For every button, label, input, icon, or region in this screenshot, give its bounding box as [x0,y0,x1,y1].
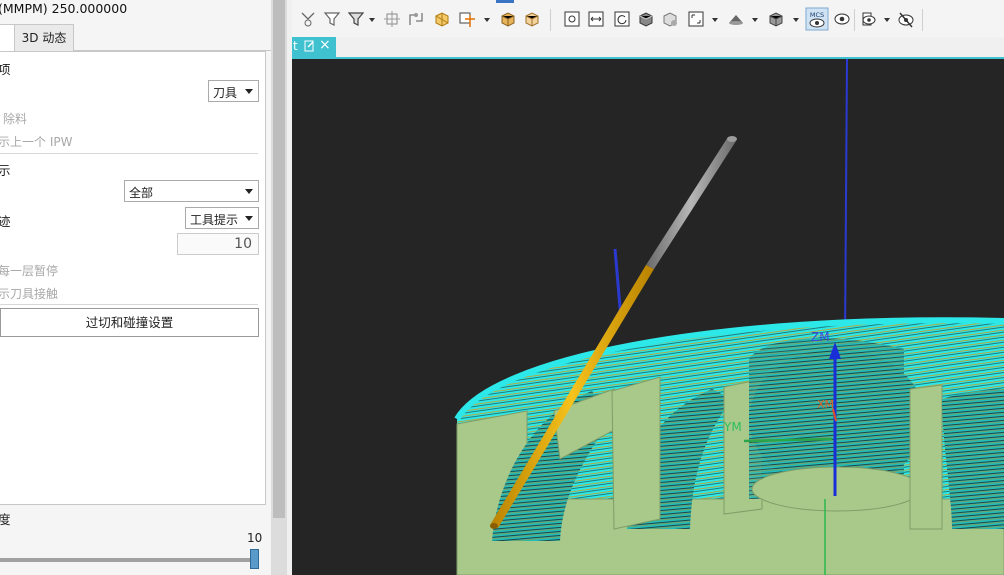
tab-3d-dynamic[interactable]: 3D 动态 [14,24,74,52]
part-rib-2 [611,376,661,530]
document-tab-title: t [293,39,298,53]
section-header-display-options: 项 [0,62,11,77]
part-rib-4 [909,384,943,530]
shaded-cube-icon[interactable] [639,12,653,27]
show-tool-contact-checkbox-label[interactable]: 示刀具接触 [0,285,58,302]
chevron-down-icon[interactable] [793,18,799,22]
orient-wcs-icon[interactable] [435,12,449,27]
fit-view-icon[interactable] [564,11,580,27]
chevron-down-icon[interactable] [884,18,890,22]
fit-width-icon[interactable] [588,11,604,27]
center-pocket-floor [751,466,923,512]
svg-text:MCS: MCS [810,11,824,19]
chevron-down-icon [245,89,253,94]
render-style-icon[interactable] [729,15,743,25]
pause-each-layer-checkbox-label[interactable]: 每一层暂停 [0,262,58,279]
xm-axis-label: XM [817,398,834,411]
display-combo-value: 刀具 [213,86,238,100]
simulation-scene: ZM YM XM [454,59,1004,575]
mcs-view-icon[interactable]: MCS [805,7,829,31]
ym-axis-label: YM [723,420,742,434]
show-all-combo-value: 全部 [129,186,154,200]
zoom-window-icon[interactable] [688,11,704,27]
document-tab[interactable]: t × [292,37,336,57]
gouge-collision-settings-button[interactable]: 过切和碰撞设置 [0,308,259,337]
animation-speed-slider-thumb[interactable] [250,549,259,569]
filter-tool-icon[interactable] [323,12,341,26]
move-icon[interactable] [384,11,400,27]
tool-path-display-combo[interactable]: 工具提示 [185,207,259,229]
document-tab-bar [292,37,1004,59]
box-icon[interactable] [501,12,515,27]
pocket-4 [942,389,1004,529]
chevron-down-icon[interactable] [369,18,375,22]
motion-count-field[interactable]: 10 [177,233,259,255]
filter-path-icon[interactable] [301,12,315,27]
tool-path-label: 迹 [0,214,11,229]
display-combo[interactable]: 刀具 [208,80,259,102]
section-header-show: 示 [0,163,11,178]
zm-axis-label: ZM [811,330,830,344]
refresh-view-icon[interactable] [614,11,630,27]
select-filter-icon[interactable] [347,12,365,26]
animation-speed-label: 度 [0,512,11,527]
chevron-down-icon[interactable] [484,18,490,22]
hide-icon[interactable] [898,12,914,28]
animation-speed-slider-track[interactable] [0,558,252,562]
close-icon[interactable]: × [319,37,331,53]
view-cube-icon[interactable] [769,12,783,27]
motion-count-value: 10 [234,236,252,252]
point-snap-icon[interactable] [459,12,475,27]
panel-scrollbar-thumb[interactable] [273,0,285,518]
chevron-down-icon[interactable] [752,18,758,22]
feed-rate-text: (MMPM) 250.000000 [0,1,128,16]
wcs-z-axis [844,59,848,340]
shaded-edges-icon[interactable] [663,12,677,27]
show-hide-icon[interactable] [862,12,876,26]
tab-replay[interactable] [0,24,15,51]
graphics-viewport[interactable]: ZM YM XM [292,59,1004,575]
divider [0,304,258,305]
chevron-down-icon [245,216,253,221]
block-icon[interactable] [525,12,539,27]
material-removal-checkbox-label[interactable]: 除料 [3,110,27,127]
toolbar-icons: MCS [301,7,923,31]
show-all-combo[interactable]: 全部 [124,180,259,202]
animation-speed-value: 10 [247,531,263,545]
tool-path-combo-value: 工具提示 [190,213,239,227]
divider [0,153,258,154]
chevron-down-icon [245,189,253,194]
show-previous-ipw-checkbox-label[interactable]: 示上一个 IPW [0,133,72,150]
transform-icon[interactable] [409,13,423,25]
chevron-down-icon[interactable] [712,18,718,22]
edit-icon[interactable] [304,40,315,52]
eye-view-icon[interactable] [834,13,850,25]
